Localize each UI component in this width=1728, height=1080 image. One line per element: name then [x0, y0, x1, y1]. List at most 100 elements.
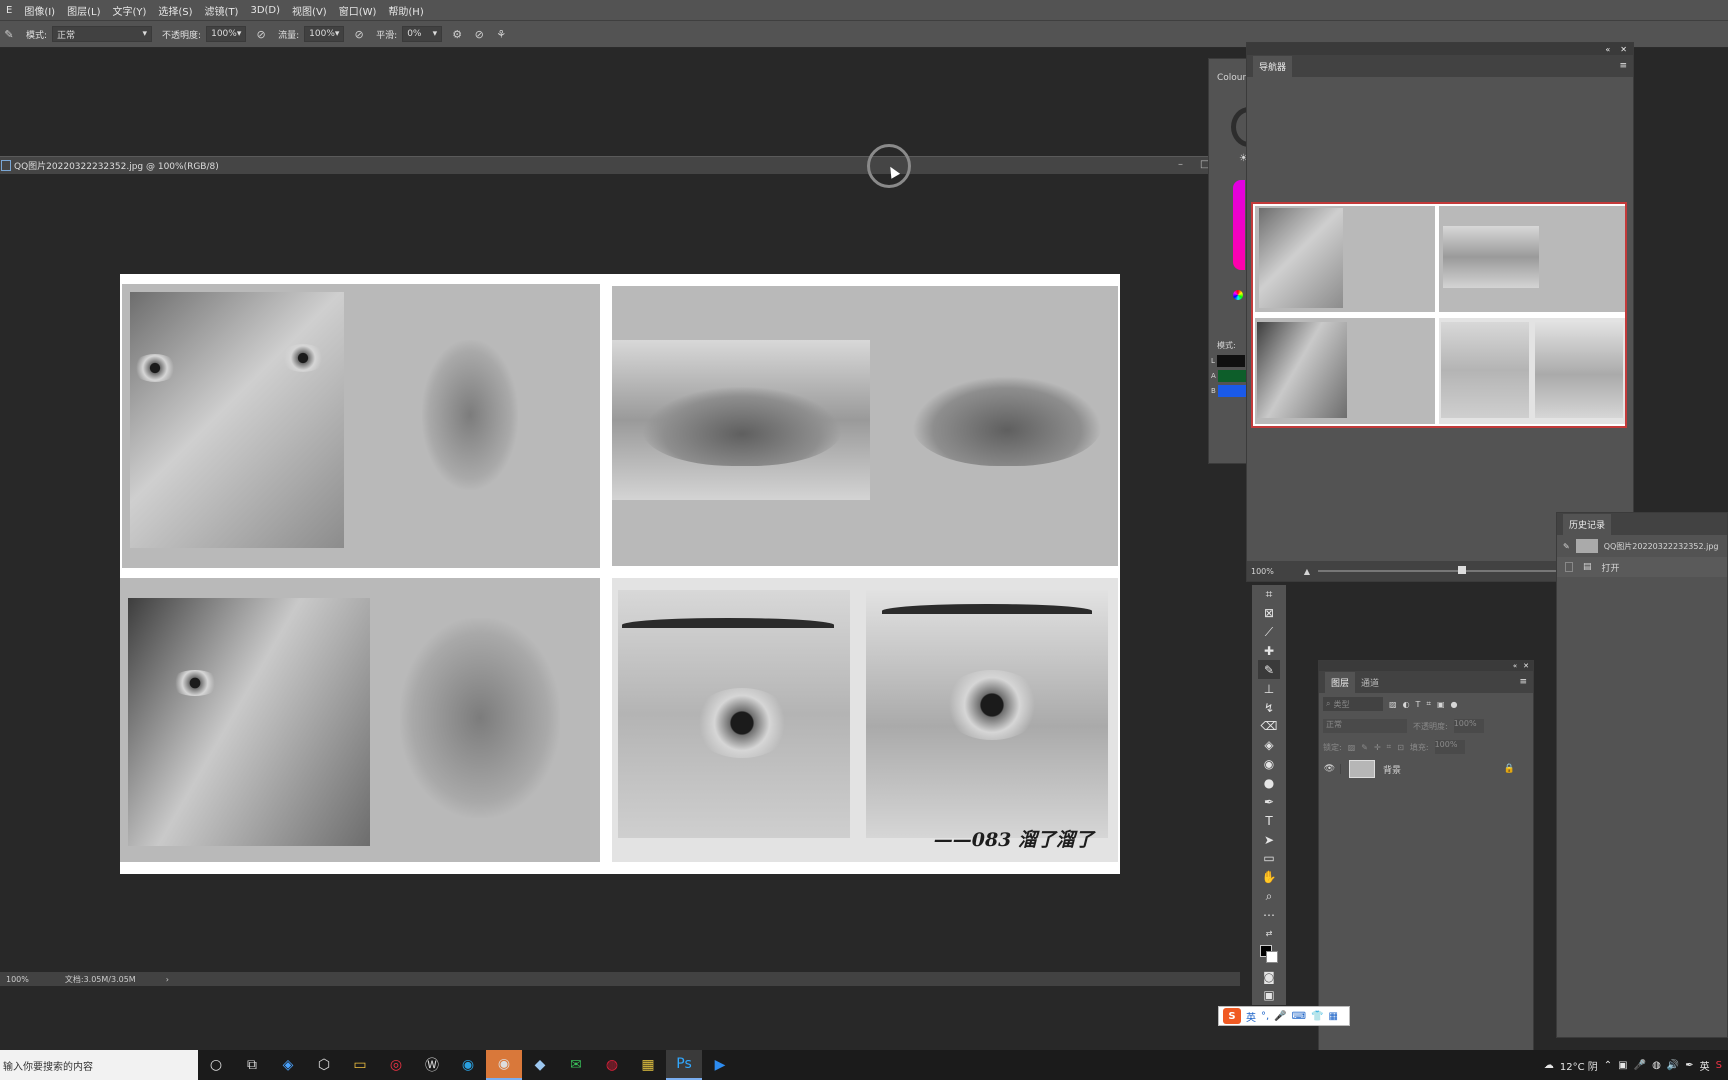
minimize-icon[interactable]: – — [1178, 159, 1183, 170]
colour-wheel-icon[interactable] — [1233, 290, 1243, 300]
layer-opacity-value[interactable]: 100% — [1453, 719, 1484, 733]
obs-icon[interactable]: ◉ — [486, 1050, 522, 1080]
tray-app-icon[interactable]: ▣ — [1618, 1060, 1627, 1071]
airbrush-icon[interactable]: ⊘ — [352, 27, 366, 41]
menu-item-edit[interactable]: E — [0, 5, 18, 16]
blend-mode-select[interactable]: 正常 — [1323, 719, 1407, 733]
collapse-icon[interactable]: « — [1513, 662, 1517, 670]
taskbar-search-input[interactable]: 输入你要搜索的内容 — [0, 1050, 198, 1080]
toolbox-icon[interactable]: ▦ — [1329, 1011, 1338, 1022]
lock-artboard-icon[interactable]: ⌗ — [1387, 742, 1392, 752]
gear-icon[interactable]: ⚙ — [450, 27, 464, 41]
history-step[interactable]: ▤ 打开 — [1557, 557, 1727, 577]
panel-menu-icon[interactable]: ≡ — [1519, 677, 1527, 687]
word-app-icon[interactable]: Ⓦ — [414, 1050, 450, 1080]
history-brush-tool-icon[interactable]: ↯ — [1258, 698, 1280, 717]
navigator-preview[interactable] — [1251, 202, 1627, 428]
path-selection-tool-icon[interactable]: ➤ — [1258, 830, 1280, 849]
background-color-swatch[interactable] — [1266, 951, 1278, 964]
chevron-up-icon[interactable]: ⌃ — [1604, 1060, 1612, 1071]
skin-icon[interactable]: 👕 — [1311, 1011, 1323, 1022]
channel-l-slider[interactable] — [1216, 355, 1245, 367]
steam-icon[interactable]: ◈ — [270, 1050, 306, 1080]
zoom-slider-handle[interactable] — [1458, 566, 1467, 574]
filter-toggle-icon[interactable]: ● — [1451, 700, 1458, 709]
chrome-icon[interactable]: ◎ — [378, 1050, 414, 1080]
frame-tool-icon[interactable]: ⊠ — [1258, 604, 1280, 623]
history-state-checkbox[interactable] — [1565, 562, 1573, 572]
wechat-icon[interactable]: ✉ — [558, 1050, 594, 1080]
pen-tool-icon[interactable]: ✒ — [1258, 792, 1280, 811]
channel-b-slider[interactable] — [1217, 385, 1246, 397]
filter-type-icon[interactable]: T — [1416, 700, 1421, 709]
healing-brush-tool-icon[interactable]: ✚ — [1258, 642, 1280, 661]
channel-a-slider[interactable] — [1217, 370, 1246, 382]
quick-mask-icon[interactable]: ◙ — [1258, 967, 1280, 986]
brush-tool-icon[interactable]: ✎ — [1258, 660, 1280, 680]
filter-adjustment-icon[interactable]: ◐ — [1403, 700, 1410, 709]
dodge-tool-icon[interactable]: ● — [1258, 774, 1280, 793]
screen-mode-icon[interactable]: ▣ — [1258, 986, 1280, 1005]
task-view-icon[interactable]: ⧉ — [234, 1050, 270, 1080]
color-swatches[interactable] — [1258, 943, 1280, 967]
opacity-input[interactable]: 100% ▾ — [206, 26, 247, 42]
layer-row[interactable]: 👁 背景 🔒 — [1319, 757, 1533, 781]
close-icon[interactable]: ✕ — [1620, 45, 1627, 54]
keyboard-icon[interactable]: ⌨ — [1292, 1011, 1306, 1022]
more-tools-icon[interactable]: ⋯ — [1258, 906, 1280, 925]
document-tab[interactable]: QQ图片20220322232352.jpg @ 100%(RGB/8) – □ — [0, 156, 1212, 174]
punctuation-icon[interactable]: °, — [1261, 1011, 1269, 1022]
status-zoom[interactable]: 100% — [6, 975, 29, 984]
app-grid-icon[interactable]: ▦ — [630, 1050, 666, 1080]
smoothing-input[interactable]: 0% ▾ — [402, 26, 443, 42]
ime-language[interactable]: 英 — [1246, 1009, 1256, 1024]
brush-preset-icon[interactable]: ✎ — [2, 27, 16, 41]
lock-transparent-icon[interactable]: ▨ — [1348, 743, 1356, 752]
pen-icon[interactable]: ✒ — [1685, 1060, 1693, 1071]
app-hex-icon[interactable]: ⬡ — [306, 1050, 342, 1080]
fill-value[interactable]: 100% — [1434, 740, 1465, 754]
video-app-icon[interactable]: ▶ — [702, 1050, 738, 1080]
sogou-tray-icon[interactable]: S — [1716, 1060, 1722, 1071]
default-colors-icon[interactable]: ⇄ — [1258, 924, 1280, 943]
type-tool-icon[interactable]: T — [1258, 811, 1280, 830]
flow-input[interactable]: 100% ▾ — [304, 26, 345, 42]
zoom-tool-icon[interactable]: ⌕ — [1258, 887, 1280, 906]
eye-icon[interactable]: 👁 — [1319, 764, 1341, 774]
file-explorer-icon[interactable]: ▭ — [342, 1050, 378, 1080]
menu-item-type[interactable]: 文字(Y) — [106, 3, 152, 18]
menu-item-image[interactable]: 图像(I) — [18, 3, 61, 18]
symmetry-icon[interactable]: ⚘ — [494, 27, 508, 41]
photoshop-icon[interactable]: Ps — [666, 1050, 702, 1080]
microphone-icon[interactable]: 🎤 — [1274, 1011, 1286, 1022]
zoom-out-icon[interactable]: ▲ — [1304, 567, 1310, 576]
menu-item-layer[interactable]: 图层(L) — [61, 3, 106, 18]
panel-menu-icon[interactable]: ≡ — [1619, 61, 1627, 71]
chevron-right-icon[interactable]: › — [166, 975, 169, 984]
filter-pixel-icon[interactable]: ▨ — [1389, 700, 1397, 709]
document-canvas[interactable]: ——083 溜了溜了 — [120, 274, 1120, 874]
paint-bucket-tool-icon[interactable]: ◈ — [1258, 736, 1280, 755]
navigator-zoom-slider[interactable] — [1318, 566, 1559, 574]
blur-tool-icon[interactable]: ◉ — [1258, 755, 1280, 774]
pressure-opacity-icon[interactable]: ⊘ — [254, 27, 268, 41]
collapse-icon[interactable]: « — [1605, 45, 1610, 54]
menu-item-window[interactable]: 窗口(W) — [333, 3, 383, 18]
menu-item-help[interactable]: 帮助(H) — [382, 3, 429, 18]
menu-item-select[interactable]: 选择(S) — [152, 3, 198, 18]
eyedropper-tool-icon[interactable]: ⟋ — [1258, 623, 1280, 642]
rectangle-tool-icon[interactable]: ▭ — [1258, 849, 1280, 868]
filter-shape-icon[interactable]: ⌗ — [1426, 699, 1431, 709]
crop-tool-icon[interactable]: ⌗ — [1258, 585, 1280, 604]
lock-image-icon[interactable]: ✎ — [1361, 743, 1368, 752]
history-snapshot[interactable]: ✎ QQ图片20220322232352.jpg — [1557, 535, 1727, 557]
menu-item-3d[interactable]: 3D(D) — [244, 5, 286, 16]
microphone-icon[interactable]: 🎤 — [1634, 1060, 1646, 1071]
app-blue-icon[interactable]: ◉ — [450, 1050, 486, 1080]
mode-select[interactable]: 正常 ▾ — [52, 26, 153, 42]
tab-channels[interactable]: 通道 — [1355, 672, 1385, 693]
lock-position-icon[interactable]: ✛ — [1374, 743, 1381, 752]
menu-item-filter[interactable]: 滤镜(T) — [199, 3, 245, 18]
tab-navigator[interactable]: 导航器 — [1253, 55, 1293, 77]
filter-smart-object-icon[interactable]: ▣ — [1437, 700, 1445, 709]
